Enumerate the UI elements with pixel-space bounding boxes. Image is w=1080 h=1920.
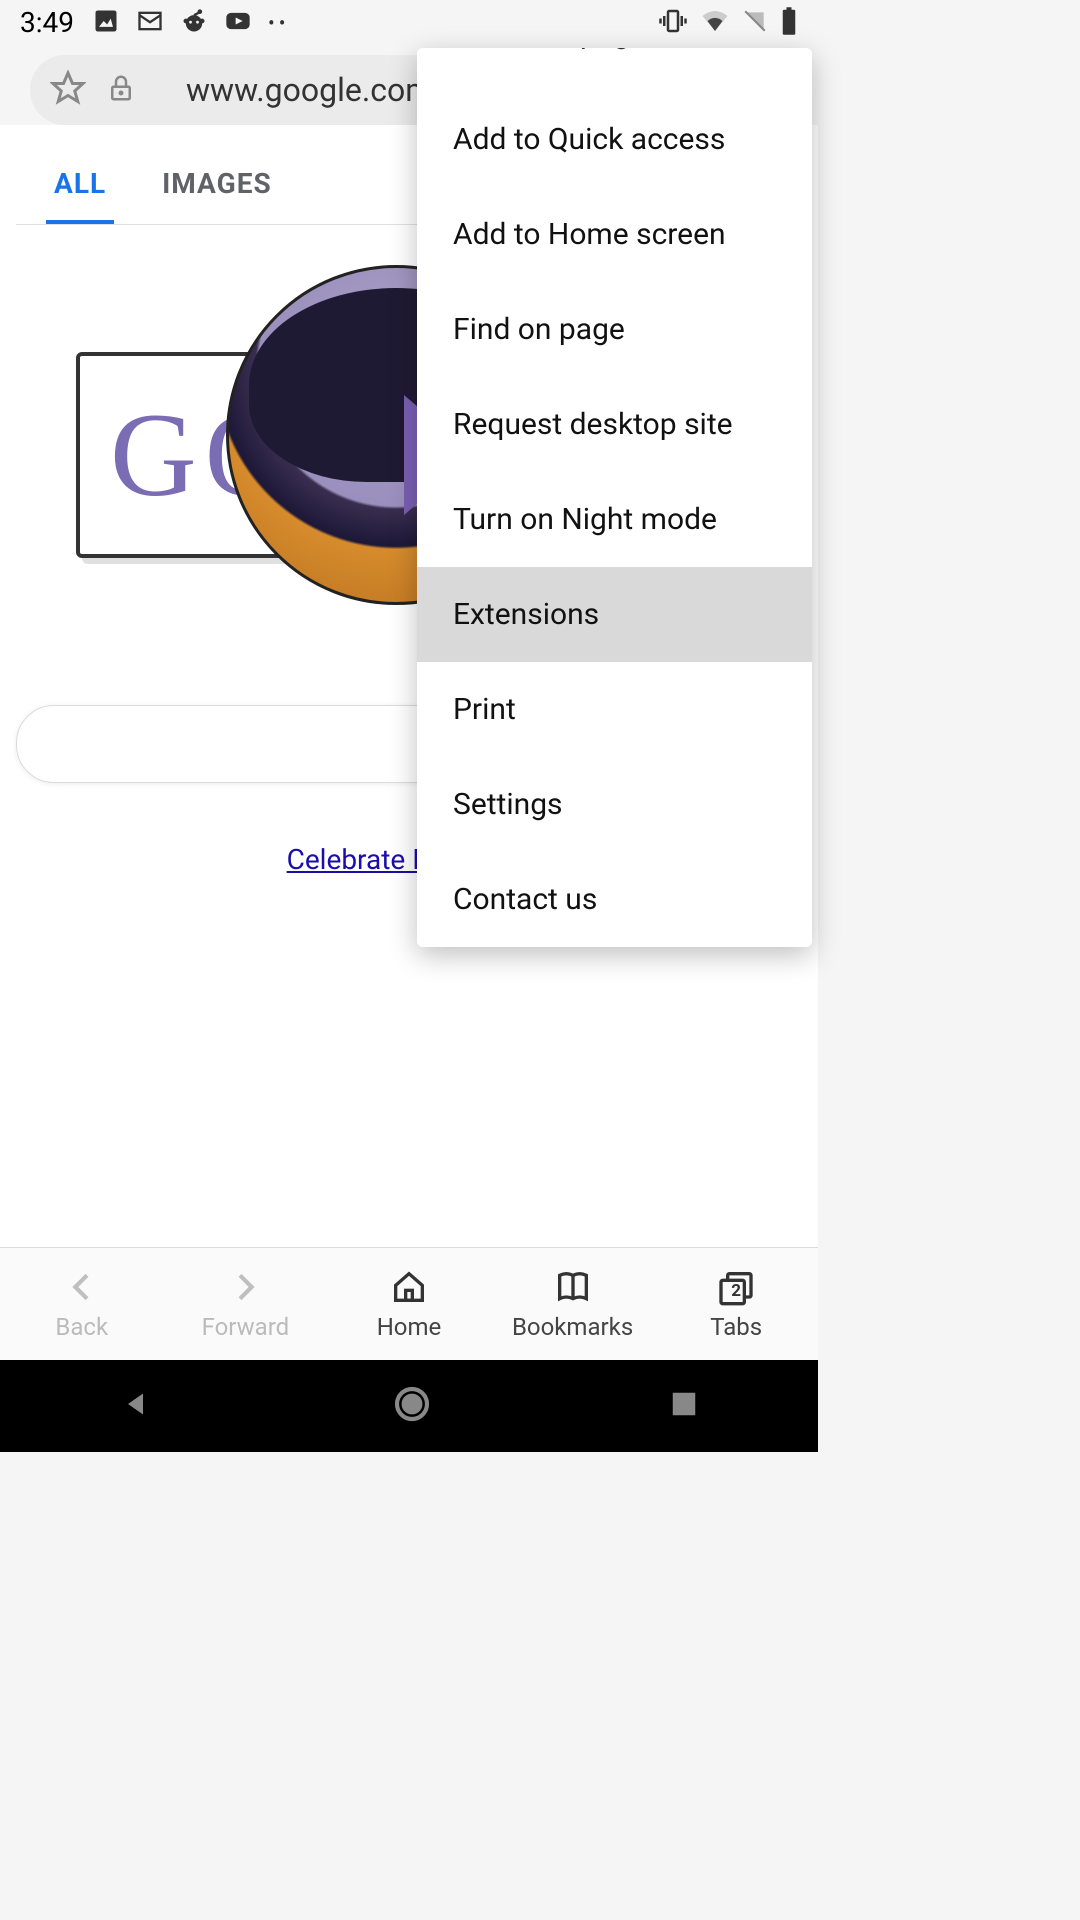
youtube-icon [224,7,252,39]
tabs-icon: 2 [716,1267,756,1307]
bookmarks-button[interactable]: Bookmarks [491,1248,655,1360]
tab-images[interactable]: IMAGES [154,155,280,224]
status-bar: 3:49 •• [0,0,818,45]
more-dots-icon: •• [268,11,290,35]
bookmark-star-icon[interactable] [50,70,86,110]
vibrate-icon [658,6,688,40]
menu-request-desktop[interactable]: Request desktop site [417,377,812,472]
menu-add-home-screen[interactable]: Add to Home screen [417,187,812,282]
browser-toolbar: Back Forward Home Bookmarks 2 Tabs [0,1248,818,1360]
forward-button[interactable]: Forward [164,1248,328,1360]
gmail-icon [136,7,164,39]
home-icon [389,1267,429,1307]
menu-save-webpage[interactable]: Save webpage [417,48,812,92]
battery-icon [780,6,798,40]
menu-extensions[interactable]: Extensions [417,567,812,662]
menu-contact-us[interactable]: Contact us [417,852,812,947]
menu-print[interactable]: Print [417,662,812,757]
status-time: 3:49 [20,6,74,39]
menu-find-on-page[interactable]: Find on page [417,282,812,377]
chevron-left-icon [62,1267,102,1307]
tabs-button[interactable]: 2 Tabs [654,1248,818,1360]
menu-add-quick-access[interactable]: Add to Quick access [417,92,812,187]
url-text: www.google.com [186,71,433,109]
lock-icon [106,73,136,107]
wifi-icon [700,6,730,40]
system-nav-bar [0,1360,818,1452]
nav-recent-icon[interactable] [669,1389,699,1423]
no-sim-icon [742,8,768,38]
photo-icon [92,7,120,39]
back-button[interactable]: Back [0,1248,164,1360]
tab-all[interactable]: ALL [46,155,114,224]
book-icon [553,1267,593,1307]
overflow-menu: Save webpage Add to Quick access Add to … [417,48,812,947]
nav-back-icon[interactable] [119,1386,155,1426]
reddit-icon [180,7,208,39]
menu-settings[interactable]: Settings [417,757,812,852]
chevron-right-icon [225,1267,265,1307]
home-button[interactable]: Home [327,1248,491,1360]
nav-home-icon[interactable] [392,1384,432,1428]
menu-night-mode[interactable]: Turn on Night mode [417,472,812,567]
